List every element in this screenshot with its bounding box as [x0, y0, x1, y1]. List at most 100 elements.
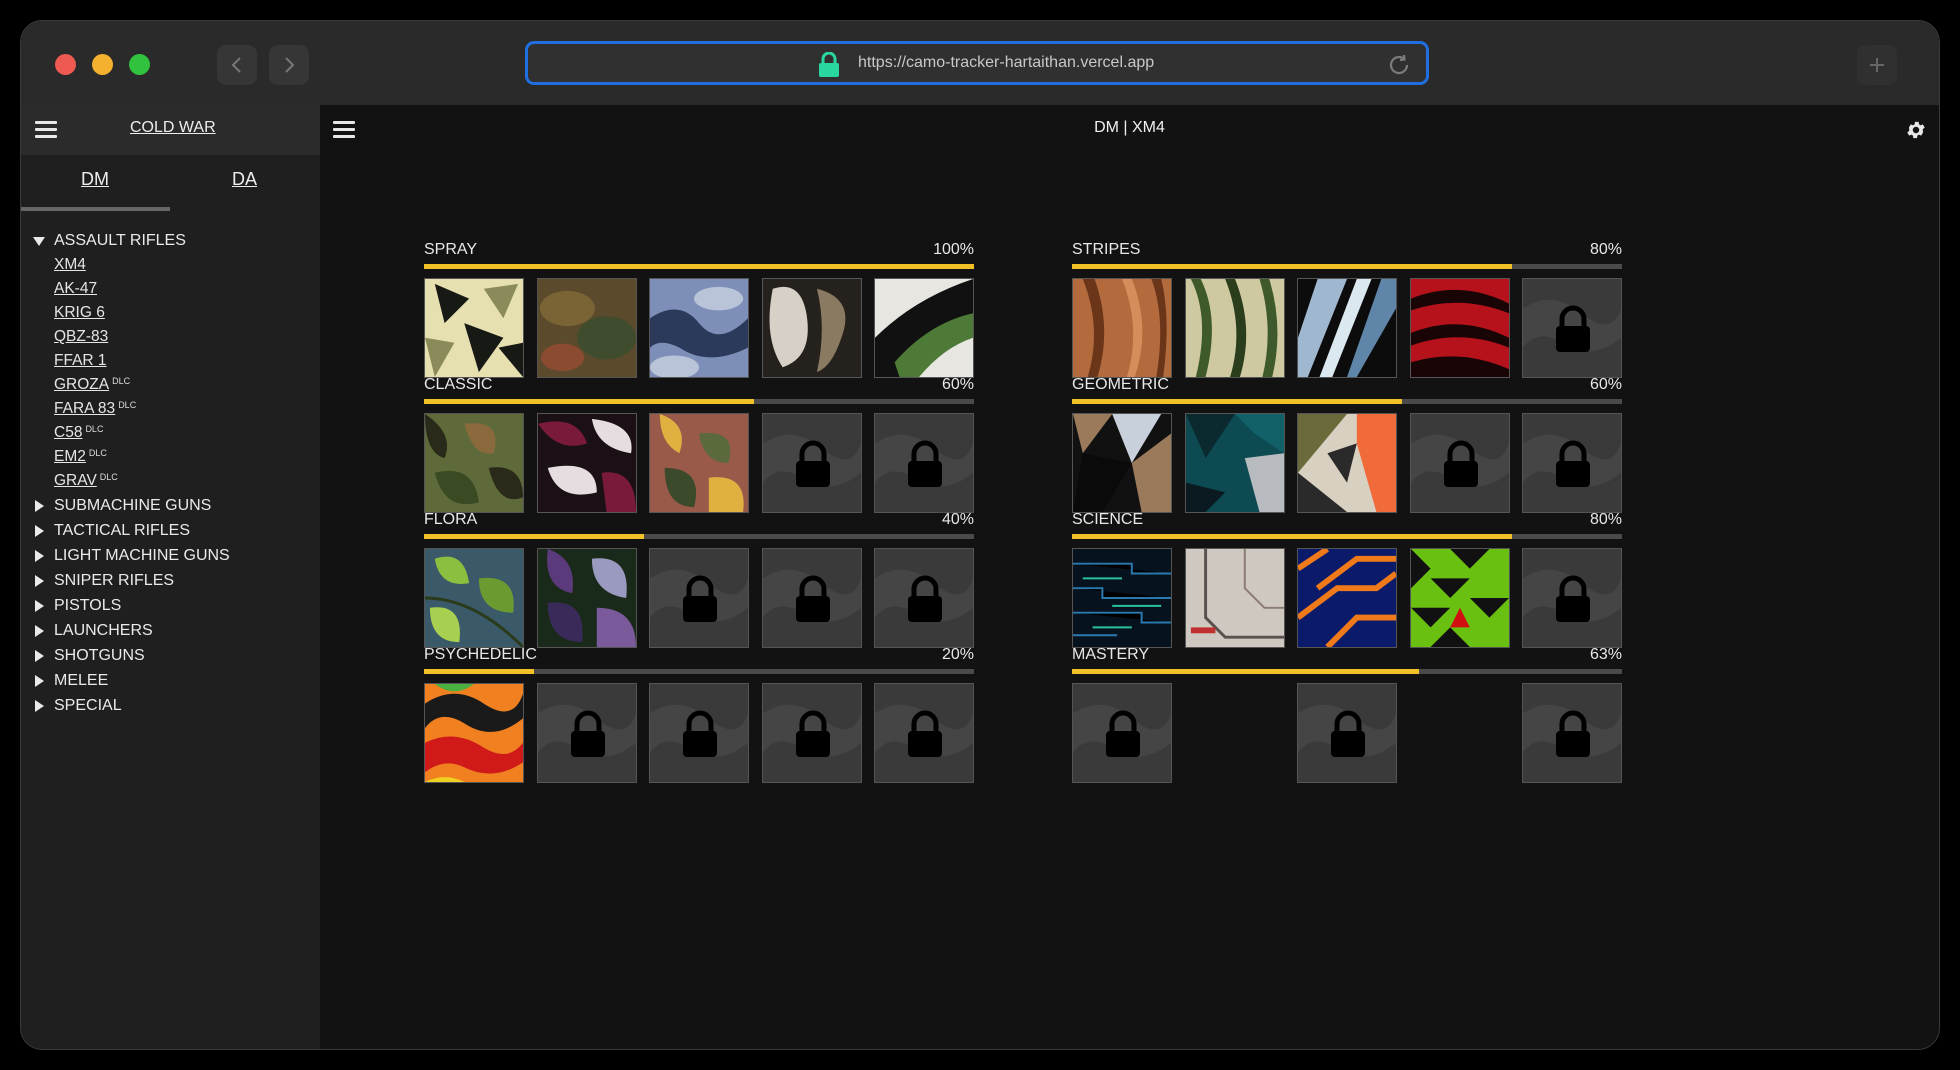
weapon-link[interactable]: GROZA [54, 376, 109, 393]
weapon-link[interactable]: EM2 [54, 448, 86, 465]
camo-tile[interactable] [1409, 548, 1510, 648]
camo-tile[interactable] [1297, 278, 1397, 378]
camo-tile[interactable] [536, 548, 637, 648]
camo-tile[interactable] [424, 683, 524, 783]
game-title-link[interactable]: COLD WAR [130, 119, 216, 137]
back-button[interactable] [217, 45, 257, 85]
weapon-list: XM4 AK-47 KRIG 6 QBZ-83 FFAR 1 GROZA DLC FARA 8… [21, 256, 320, 496]
camo-tile[interactable] [649, 683, 749, 783]
maximize-window-button[interactable] [129, 54, 150, 75]
camo-swatch [537, 279, 636, 377]
weapon-link[interactable]: XM4 [54, 256, 86, 273]
weapon-link[interactable]: C58 [54, 424, 82, 441]
camo-group-stripes: STRIPES 80% [1072, 239, 1622, 378]
category-sniper-rifles[interactable]: SNIPER RIFLES [21, 571, 320, 596]
weapon-link[interactable]: GRAV [54, 472, 97, 489]
category-special[interactable]: SPECIAL [21, 696, 320, 721]
group-percent: 100% [933, 241, 974, 258]
camo-tile[interactable] [874, 413, 974, 513]
camo-tile[interactable] [424, 413, 524, 513]
category-melee[interactable]: MELEE [21, 671, 320, 696]
sidebar-menu-icon[interactable] [35, 121, 57, 139]
camo-tile[interactable] [649, 413, 749, 513]
camo-tile[interactable] [1297, 413, 1397, 513]
gear-icon[interactable] [1905, 119, 1927, 141]
group-percent: 63% [1589, 646, 1622, 663]
lock-icon [570, 710, 605, 757]
category-pistols[interactable]: PISTOLS [21, 596, 320, 621]
camo-tile[interactable] [1297, 548, 1397, 648]
address-bar[interactable]: https://camo-tracker-hartaithan.vercel.a… [525, 41, 1429, 85]
mode-tabs: DM DA [21, 155, 320, 211]
camo-tile[interactable] [761, 683, 862, 783]
lock-icon [819, 52, 839, 77]
camo-tile[interactable] [1072, 683, 1172, 783]
camo-tile[interactable] [874, 548, 974, 648]
weapon-link[interactable]: AK-47 [54, 280, 97, 297]
camo-tile[interactable] [424, 278, 524, 378]
camo-tile[interactable] [761, 548, 862, 648]
camo-swatch [1298, 414, 1396, 512]
camo-tile[interactable] [1184, 548, 1285, 648]
camo-tile[interactable] [536, 413, 637, 513]
camo-tile[interactable] [1522, 278, 1622, 378]
progress-fill [1072, 264, 1512, 269]
camo-tile[interactable] [1072, 413, 1172, 513]
category-shotguns[interactable]: SHOTGUNS [21, 646, 320, 671]
weapon-link[interactable]: FFAR 1 [54, 352, 107, 369]
camo-tile[interactable] [1409, 413, 1510, 513]
weapon-link[interactable]: KRIG 6 [54, 304, 105, 321]
weapon-link[interactable]: FARA 83 [54, 400, 115, 417]
tab-da[interactable]: DA [232, 169, 257, 190]
lock-icon [1443, 440, 1478, 487]
camo-tile-empty [1410, 683, 1510, 783]
category-label: ASSAULT RIFLES [54, 232, 186, 249]
tab-dm[interactable]: DM [81, 169, 109, 190]
category-tactical-rifles[interactable]: TACTICAL RIFLES [21, 521, 320, 546]
camo-tile[interactable] [536, 683, 637, 783]
camo-tile[interactable] [874, 278, 974, 378]
camo-swatch [425, 279, 523, 377]
camo-tile[interactable] [761, 413, 862, 513]
category-launchers[interactable]: LAUNCHERS [21, 621, 320, 646]
camo-swatch [425, 684, 523, 782]
camo-tile[interactable] [1409, 278, 1510, 378]
chevron-right-icon [285, 57, 295, 73]
camo-tile[interactable] [1184, 413, 1285, 513]
progress-bar [424, 399, 974, 404]
camo-tile[interactable] [1522, 413, 1622, 513]
category-light-machine-guns[interactable]: LIGHT MACHINE GUNS [21, 546, 320, 571]
progress-fill [1072, 534, 1512, 539]
group-header: FLORA 40% [424, 509, 974, 531]
group-percent: 60% [1589, 376, 1622, 393]
camo-group-geometric: GEOMETRIC 60% [1072, 374, 1622, 513]
camo-tile[interactable] [649, 548, 749, 648]
camo-tile[interactable] [1522, 548, 1622, 648]
minimize-window-button[interactable] [92, 54, 113, 75]
url-text: https://camo-tracker-hartaithan.vercel.a… [858, 54, 1155, 71]
caret-right-icon [35, 525, 44, 537]
camo-tile[interactable] [1522, 683, 1622, 783]
weapon-link[interactable]: QBZ-83 [54, 328, 108, 345]
camo-swatch [1410, 549, 1509, 647]
camo-tile[interactable] [761, 278, 862, 378]
progress-fill [424, 264, 974, 269]
forward-button[interactable] [269, 45, 309, 85]
new-tab-button[interactable] [1857, 45, 1897, 85]
camo-tile[interactable] [649, 278, 749, 378]
camo-tile[interactable] [1297, 683, 1397, 783]
camo-tile[interactable] [874, 683, 974, 783]
camo-tile[interactable] [424, 548, 524, 648]
close-window-button[interactable] [55, 54, 76, 75]
category-assault-rifles[interactable]: ASSAULT RIFLES [21, 231, 320, 256]
weapon-item: GRAV DLC [54, 472, 320, 496]
camo-tile[interactable] [1072, 278, 1172, 378]
camo-tile[interactable] [1072, 548, 1172, 648]
reload-icon[interactable] [1386, 52, 1412, 78]
lock-icon [908, 710, 942, 757]
camo-tile[interactable] [1184, 278, 1285, 378]
category-submachine-guns[interactable]: SUBMACHINE GUNS [21, 496, 320, 521]
camo-tile[interactable] [536, 278, 637, 378]
lock-icon [1556, 575, 1590, 622]
camo-tiles [424, 683, 974, 783]
